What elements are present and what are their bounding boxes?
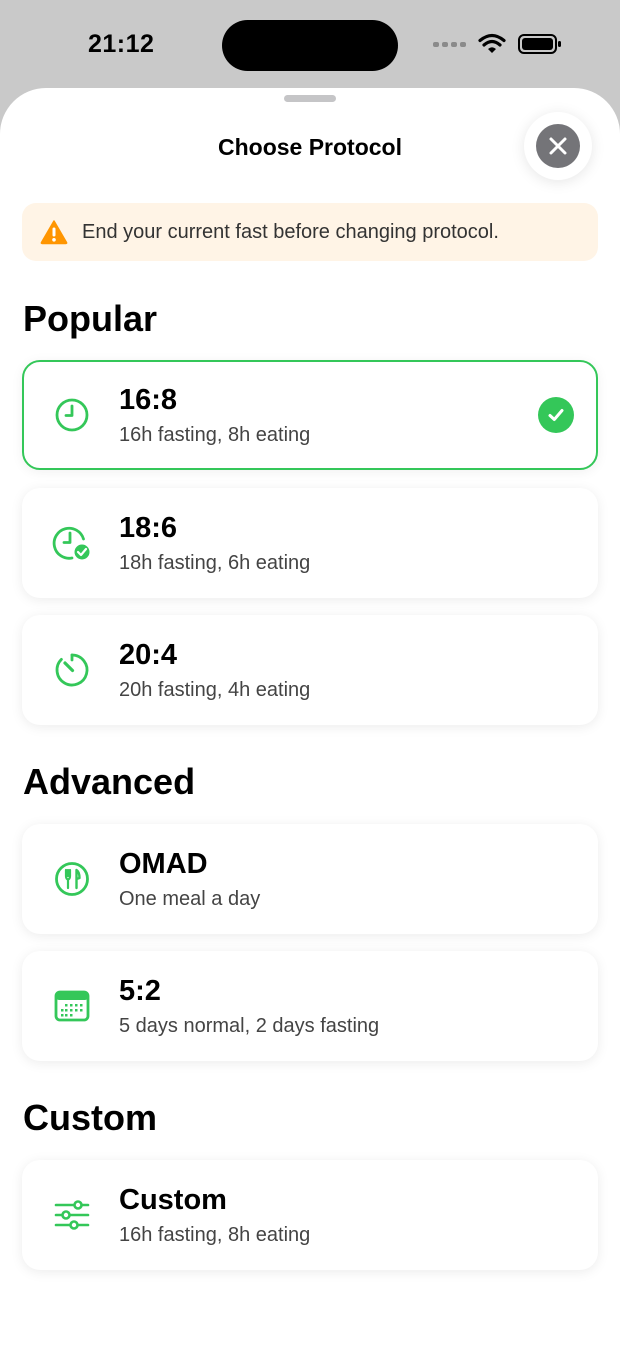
protocol-card-custom[interactable]: Custom 16h fasting, 8h eating: [22, 1160, 598, 1270]
sliders-icon: [54, 1200, 90, 1230]
section-title-popular: Popular: [23, 298, 158, 339]
dynamic-island: [222, 20, 398, 71]
close-button[interactable]: [524, 112, 592, 180]
wifi-icon: [478, 33, 506, 53]
protocol-title: OMAD: [119, 848, 208, 880]
status-icons: [433, 33, 562, 55]
protocol-title: 16:8: [119, 384, 178, 416]
close-icon: [549, 137, 567, 155]
battery-icon: [518, 34, 561, 54]
protocol-card-omad[interactable]: OMAD One meal a day: [22, 824, 598, 934]
close-button-circle[interactable]: [536, 124, 580, 168]
protocol-card-18-6[interactable]: 18:6 18h fasting, 6h eating: [22, 488, 598, 598]
fork-knife-icon: [55, 862, 89, 896]
protocol-card-16-8[interactable]: 16:8 16h fasting, 8h eating: [22, 360, 598, 470]
protocol-subtitle: 16h fasting, 8h eating: [119, 424, 311, 446]
protocol-subtitle: 18h fasting, 6h eating: [119, 552, 311, 574]
status-time: 21:12: [88, 30, 155, 58]
protocol-subtitle: 5 days normal, 2 days fasting: [119, 1015, 380, 1037]
protocol-title: Custom: [119, 1184, 227, 1216]
protocol-card-5-2[interactable]: 5:2 5 days normal, 2 days fasting: [22, 951, 598, 1061]
selected-checkmark-icon: [538, 397, 574, 433]
protocol-sheet: Choose Protocol End your current fast be…: [0, 88, 620, 1347]
sheet-grabber[interactable]: [284, 95, 336, 102]
protocol-subtitle: 20h fasting, 4h eating: [119, 679, 311, 701]
cellular-signal-icon: [433, 41, 466, 47]
protocol-subtitle: 16h fasting, 8h eating: [119, 1224, 311, 1246]
clock-icon: [55, 398, 89, 432]
protocol-card-20-4[interactable]: 20:4 20h fasting, 4h eating: [22, 615, 598, 725]
warning-banner: End your current fast before changing pr…: [22, 203, 598, 261]
status-bar: 21:12: [0, 0, 620, 90]
timer-icon: [55, 653, 89, 687]
warning-text: End your current fast before changing pr…: [82, 220, 499, 243]
clock-check-icon: [52, 526, 92, 562]
protocol-subtitle: One meal a day: [119, 888, 261, 910]
protocol-title: 18:6: [119, 512, 178, 544]
protocol-title: 20:4: [119, 639, 178, 671]
warning-icon: [40, 220, 68, 245]
section-title-advanced: Advanced: [23, 761, 196, 802]
protocol-title: 5:2: [119, 975, 161, 1007]
section-title-custom: Custom: [23, 1097, 157, 1138]
calendar-icon: [54, 990, 90, 1022]
